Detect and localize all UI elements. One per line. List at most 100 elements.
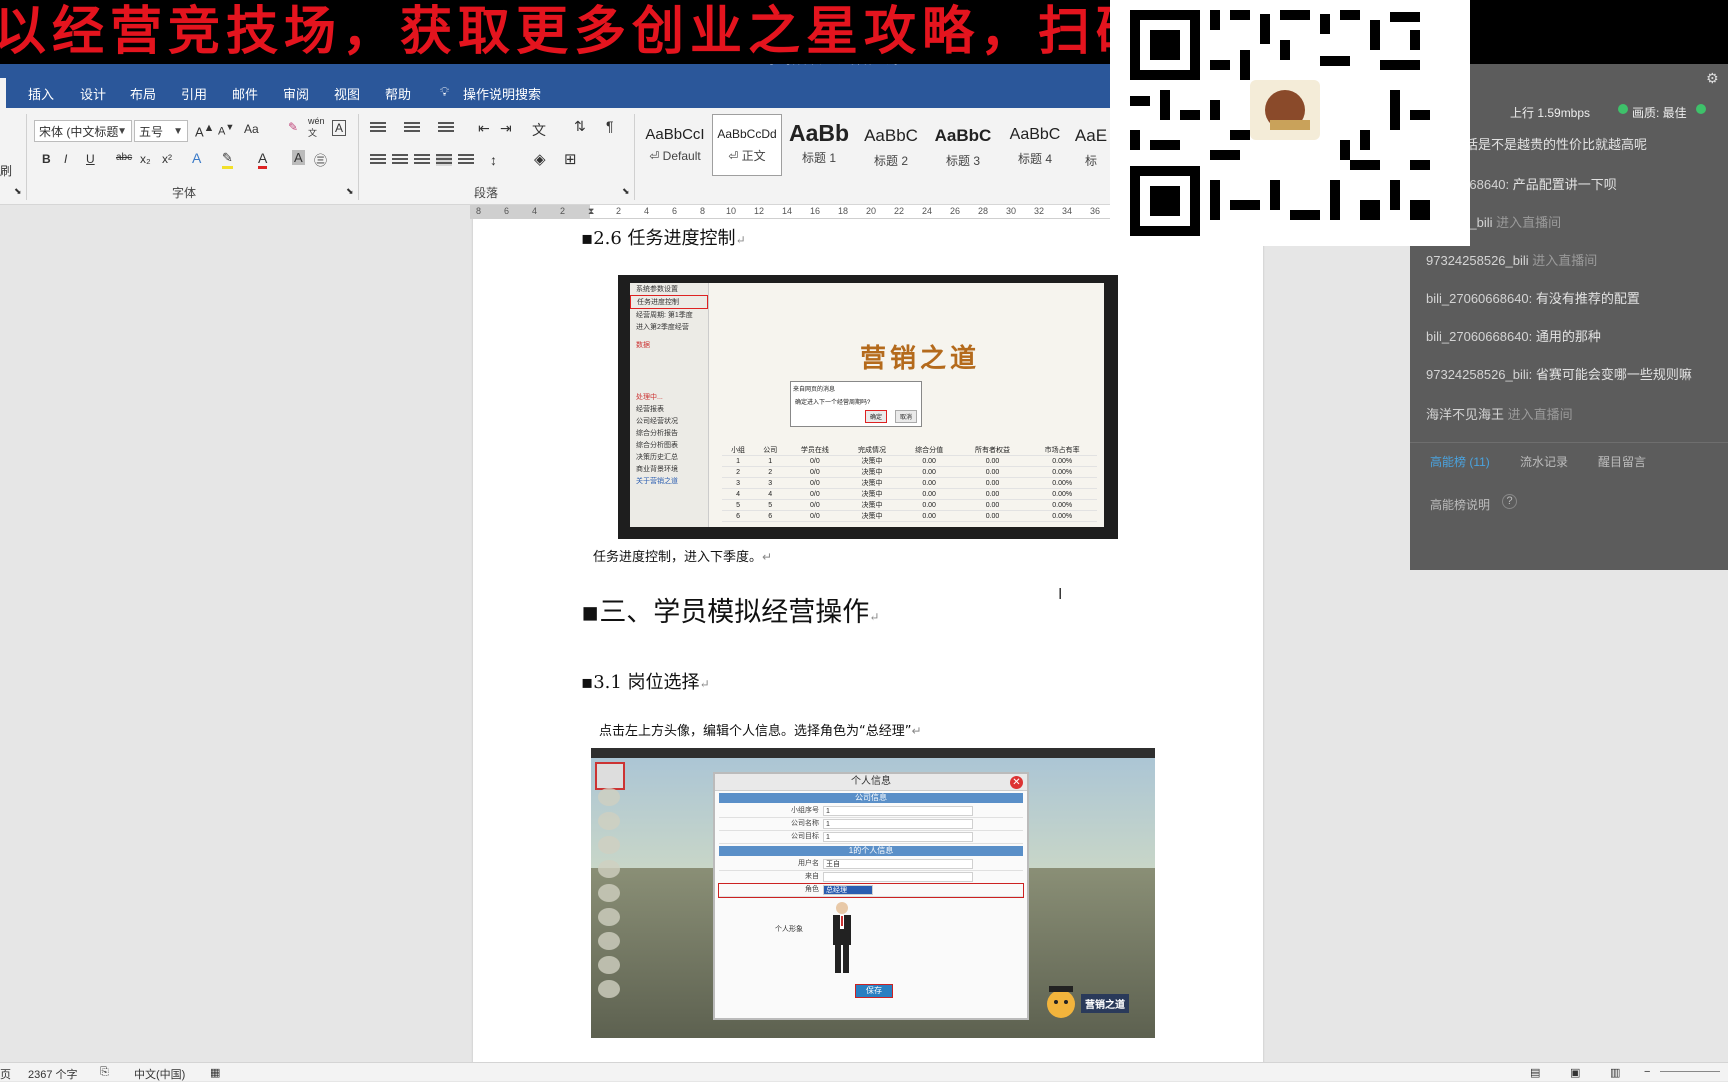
macro-icon[interactable]: ▦ <box>210 1066 220 1079</box>
horizontal-ruler[interactable]: 8 6 4 2 ⧗ 2 4 6 8 10 12 14 16 18 20 22 2… <box>470 204 1110 219</box>
character-border-button[interactable]: A <box>332 120 347 136</box>
rank-note-link[interactable]: 高能榜说明 <box>1430 496 1490 513</box>
style-normal[interactable]: AaBbCcDd ⏎ 正文 <box>712 114 782 176</box>
text-effects-icon[interactable]: A <box>192 150 201 166</box>
enclose-characters-icon[interactable]: ㊂ <box>314 150 327 169</box>
cell: 决策中 <box>843 477 901 489</box>
status-bar: 页 2367 个字 ⎘ 中文(中国) ▦ ▤ ▣ ▥ − <box>0 1062 1728 1081</box>
ribbon-separator <box>634 114 635 200</box>
cell: 1 <box>722 455 755 467</box>
shrink-font-icon[interactable]: A▼ <box>218 122 234 138</box>
decrease-indent-icon[interactable]: ⇤ <box>478 120 490 137</box>
align-center-icon[interactable] <box>392 154 408 166</box>
col-header: 市场占有率 <box>1027 445 1097 456</box>
read-mode-icon[interactable]: ▤ <box>1530 1066 1540 1079</box>
file-tab-edge[interactable] <box>0 78 6 108</box>
paragraph-launcher-icon[interactable]: ⬊ <box>622 186 630 197</box>
heading-2-6-text: 2.6 任务进度控制 <box>593 228 736 249</box>
zoom-out-icon[interactable]: − <box>1644 1066 1650 1078</box>
change-case-button[interactable]: Aa <box>244 122 259 136</box>
indent-marker-icon[interactable]: ⧗ <box>588 206 594 217</box>
tab-insert[interactable]: 插入 <box>28 84 54 103</box>
print-layout-icon[interactable]: ▣ <box>1570 1066 1580 1079</box>
style-heading-1[interactable]: AaBb 标题 1 <box>784 114 854 176</box>
form-row: 角色 总经理 <box>718 883 1024 898</box>
paragraph-3-1-text: 点击左上方头像，编辑个人信息。选择角色为“总经理” <box>599 724 912 739</box>
cell: 0.00 <box>957 510 1028 522</box>
zoom-slider[interactable] <box>1660 1071 1720 1072</box>
font-color-icon[interactable]: A <box>258 150 268 169</box>
screenshot-task-progress[interactable]: 系统参数设置 任务进度控制 经营周期: 第1季度 进入第2季度经营 数据 处理中… <box>618 275 1118 539</box>
justify-icon[interactable] <box>436 154 452 166</box>
highlight-color-icon[interactable]: ✎ <box>222 150 233 169</box>
superscript-button[interactable]: x² <box>162 152 172 166</box>
tab-high-energy[interactable]: 高能榜 (11) <box>1430 453 1490 470</box>
font-size-select[interactable]: 五号 ▼ <box>134 120 188 142</box>
role-select: 总经理 <box>823 885 873 895</box>
clear-formatting-icon[interactable]: ✎ <box>288 120 298 134</box>
shading-icon[interactable]: ◈ <box>534 150 546 168</box>
tab-super-chat[interactable]: 醒目留言 <box>1598 453 1646 470</box>
style-name: 标题 1 <box>801 151 836 165</box>
style-heading-3[interactable]: AaBbC 标题 3 <box>928 114 998 176</box>
chat-message: bili_27060668640: 有没有推荐的配置 <box>1426 291 1640 306</box>
cell: 0.00% <box>1027 477 1097 489</box>
increase-indent-icon[interactable]: ⇥ <box>500 120 512 137</box>
bullets-icon[interactable] <box>370 122 386 134</box>
phonetic-char: 文 <box>308 128 318 138</box>
message-text: 进入直播间 <box>1496 215 1562 230</box>
underline-button[interactable]: U <box>86 152 95 166</box>
character-shading-icon[interactable]: A <box>292 150 305 165</box>
tell-me-search[interactable]: 操作说明搜索 <box>463 84 541 103</box>
settings-icon[interactable]: ⚙ <box>1706 70 1719 87</box>
proofing-icon[interactable]: ⎘ <box>100 1066 109 1079</box>
subscript-button[interactable]: x₂ <box>140 152 151 166</box>
web-layout-icon[interactable]: ▥ <box>1610 1066 1620 1079</box>
multilevel-list-icon[interactable] <box>438 122 454 134</box>
numbering-icon[interactable] <box>404 122 420 134</box>
italic-button[interactable]: I <box>64 152 67 166</box>
style-sample: AaBbCcDd <box>717 127 777 141</box>
ruler-margin-shade <box>470 204 590 218</box>
screenshot-personal-info[interactable]: 个人信息 ✕ 公司信息 小组序号 1 公司名称 1 公司目标 1 1的个人信息 用户名… <box>591 748 1155 1038</box>
show-marks-icon[interactable]: ¶ <box>606 118 614 134</box>
tab-flow-records[interactable]: 流水记录 <box>1520 453 1568 470</box>
align-left-icon[interactable] <box>370 154 386 166</box>
style-title[interactable]: AaE 标 <box>1072 114 1110 176</box>
tab-design[interactable]: 设计 <box>80 84 106 103</box>
live-panel-tabs: 高能榜 (11) 流水记录 醒目留言 <box>1410 442 1728 473</box>
borders-icon[interactable]: ⊞ <box>564 150 577 168</box>
dialog-title: 个人信息 <box>715 774 1027 791</box>
col-header: 综合分值 <box>900 445 958 456</box>
strikethrough-button[interactable]: abc <box>116 152 132 163</box>
chevron-down-icon: ▼ <box>117 126 127 137</box>
document-page[interactable]: ▪2.6 任务进度控制↵ 系统参数设置 任务进度控制 经营周期: 第1季度 进入… <box>473 218 1263 1068</box>
help-icon[interactable]: ? <box>1502 494 1517 509</box>
sort-icon[interactable]: ⇅ <box>574 118 586 135</box>
bold-button[interactable]: B <box>42 152 51 166</box>
tab-mailings[interactable]: 邮件 <box>232 84 258 103</box>
fig1-processing: 处理中... <box>636 394 663 401</box>
phonetic-guide-button[interactable]: wén 文 <box>308 116 325 139</box>
font-launcher-icon[interactable]: ⬊ <box>346 186 354 197</box>
tab-view[interactable]: 视图 <box>334 84 360 103</box>
row-label: 角色 <box>805 886 819 893</box>
tab-references[interactable]: 引用 <box>181 84 207 103</box>
font-name-select[interactable]: 宋体 (中文标题 ▼ <box>34 120 132 142</box>
ruler-tick: 34 <box>1062 206 1073 216</box>
distributed-icon[interactable] <box>458 154 474 166</box>
tab-help[interactable]: 帮助 <box>385 84 411 103</box>
tab-review[interactable]: 审阅 <box>283 84 309 103</box>
format-painter-label[interactable]: 刷 <box>0 162 12 179</box>
align-right-icon[interactable] <box>414 154 430 166</box>
line-spacing-icon[interactable]: ↕ <box>490 152 497 168</box>
tab-layout[interactable]: 布局 <box>130 84 156 103</box>
table-row: 1 1 0/0 决策中 0.00 0.00 0.00% <box>722 455 1097 467</box>
clipboard-launcher-icon[interactable]: ⬊ <box>14 186 22 197</box>
asian-layout-icon[interactable]: 文 <box>532 120 546 140</box>
style-heading-4[interactable]: AaBbC 标题 4 <box>1000 114 1070 176</box>
style-heading-2[interactable]: AaBbC 标题 2 <box>856 114 926 176</box>
style-default[interactable]: AaBbCcI ⏎ Default <box>640 114 710 176</box>
grow-font-icon[interactable]: A▲ <box>195 122 214 139</box>
table-header-row: 小组 公司 学员在线 完成情况 综合分值 所有者权益 市场占有率 <box>722 445 1097 456</box>
